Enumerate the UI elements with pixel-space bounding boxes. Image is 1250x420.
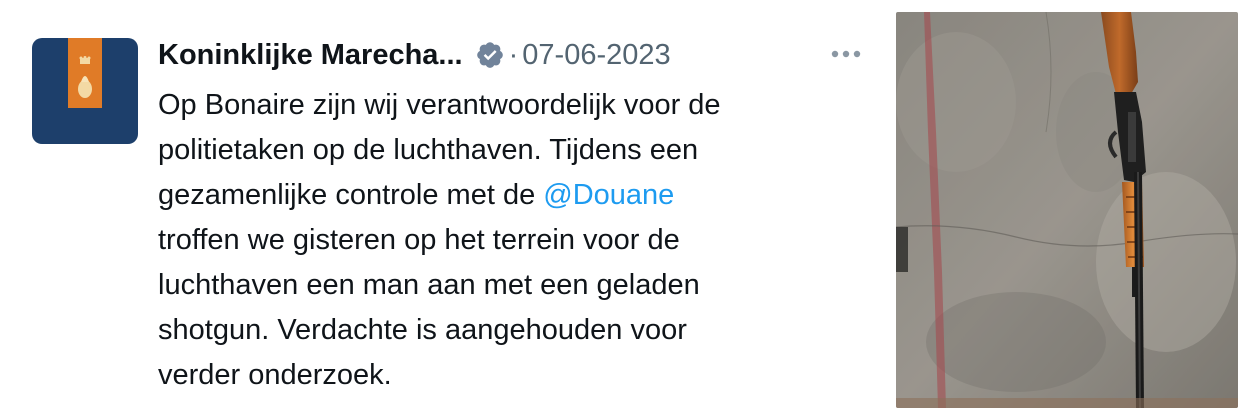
author-name[interactable]: Koninklijke Marecha... (158, 39, 463, 72)
more-options-icon[interactable] (826, 40, 866, 68)
tweet-photo[interactable] (896, 12, 1238, 408)
tweet-line: gezamenlijke controle met de (158, 179, 544, 211)
marechaussee-emblem-icon (78, 56, 92, 98)
verified-badge-icon (476, 42, 503, 68)
header-separator: · (508, 38, 519, 71)
tweet-line-with-mention: gezamenlijke controle met de @Douane (158, 173, 873, 218)
tweet-line: Op Bonaire zijn wij verantwoordelijk voo… (158, 89, 721, 121)
tweet-date[interactable]: 07-06-2023 (522, 39, 670, 72)
tweet-line: verder onderzoek. (158, 359, 392, 391)
tweet-text: Op Bonaire zijn wij verantwoordelijk voo… (158, 83, 873, 398)
tweet-line: troffen we gisteren op het terrein voor … (158, 224, 680, 256)
avatar[interactable] (32, 38, 138, 144)
mention-link[interactable]: @Douane (543, 179, 674, 211)
tweet-line: luchthaven een man aan met een geladen (158, 269, 700, 301)
shotgun-photo-image (896, 12, 1238, 408)
tweet-line: shotgun. Verdachte is aangehouden voor (158, 314, 687, 346)
tweet-header: Koninklijke Marecha... · 07-06-2023 (158, 30, 671, 80)
tweet-line: politietaken op de luchthaven. Tijdens e… (158, 134, 699, 166)
